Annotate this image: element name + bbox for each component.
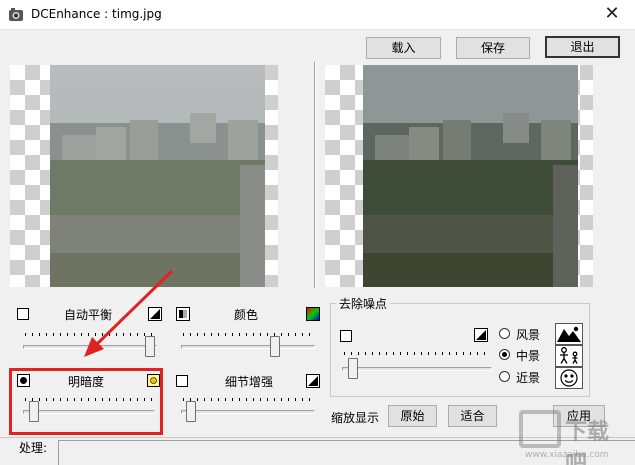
detail-max-icon xyxy=(306,374,320,388)
denoise-track xyxy=(342,367,492,371)
detail-slider[interactable] xyxy=(185,401,196,422)
color-max-icon xyxy=(306,307,320,321)
radio-landscape[interactable] xyxy=(499,328,510,339)
denoise-max-icon xyxy=(474,328,488,342)
radio-landscape-label: 风景 xyxy=(516,328,541,342)
preview-divider xyxy=(314,62,316,288)
save-button[interactable]: 保存 xyxy=(456,37,530,59)
watermark: 下载吧 www.xiazaiba.com xyxy=(515,410,625,465)
detail-min-icon xyxy=(176,375,188,387)
window-title: DCEnhance : timg.jpg xyxy=(31,7,162,21)
close-icon: ✕ xyxy=(604,3,620,24)
face-icon xyxy=(555,367,583,389)
zoom-fit-button[interactable]: 适合 xyxy=(448,405,497,427)
denoise-slider[interactable] xyxy=(347,358,358,379)
color-label: 颜色 xyxy=(234,308,259,322)
title-bar: DCEnhance : timg.jpg ✕ xyxy=(0,0,635,30)
original-preview xyxy=(10,65,278,287)
denoise-ticks xyxy=(344,352,490,355)
enhanced-preview xyxy=(325,65,593,287)
zoom-original-button[interactable]: 原始 xyxy=(388,405,437,427)
app-icon xyxy=(9,8,23,21)
original-image xyxy=(50,65,265,287)
zoom-label: 缩放显示 xyxy=(331,411,380,425)
denoise-group xyxy=(330,303,590,397)
watermark-url: www.xiazaiba.com xyxy=(525,450,609,460)
color-track xyxy=(181,345,315,349)
people-icon xyxy=(555,345,583,367)
detail-ticks xyxy=(183,398,313,401)
close-button[interactable]: ✕ xyxy=(589,0,635,30)
radio-midrange-label: 中景 xyxy=(516,349,541,363)
enhanced-image xyxy=(363,65,578,287)
landscape-icon xyxy=(555,323,583,345)
denoise-title: 去除噪点 xyxy=(336,295,391,312)
detail-track xyxy=(181,410,315,414)
load-button[interactable]: 载入 xyxy=(366,37,441,59)
color-ticks xyxy=(183,333,313,336)
highlight-box xyxy=(9,368,163,435)
exit-button[interactable]: 退出 xyxy=(545,36,620,58)
radio-closeup[interactable] xyxy=(499,371,510,382)
radio-midrange[interactable] xyxy=(499,349,510,360)
auto-balance-min-icon xyxy=(17,308,29,320)
detail-label: 细节增强 xyxy=(225,375,274,389)
radio-closeup-label: 近景 xyxy=(516,371,541,385)
annotation-arrow xyxy=(84,269,174,357)
denoise-min-icon xyxy=(340,330,352,342)
color-slider[interactable] xyxy=(270,336,281,357)
watermark-logo xyxy=(519,410,561,448)
status-label: 处理: xyxy=(19,441,48,455)
